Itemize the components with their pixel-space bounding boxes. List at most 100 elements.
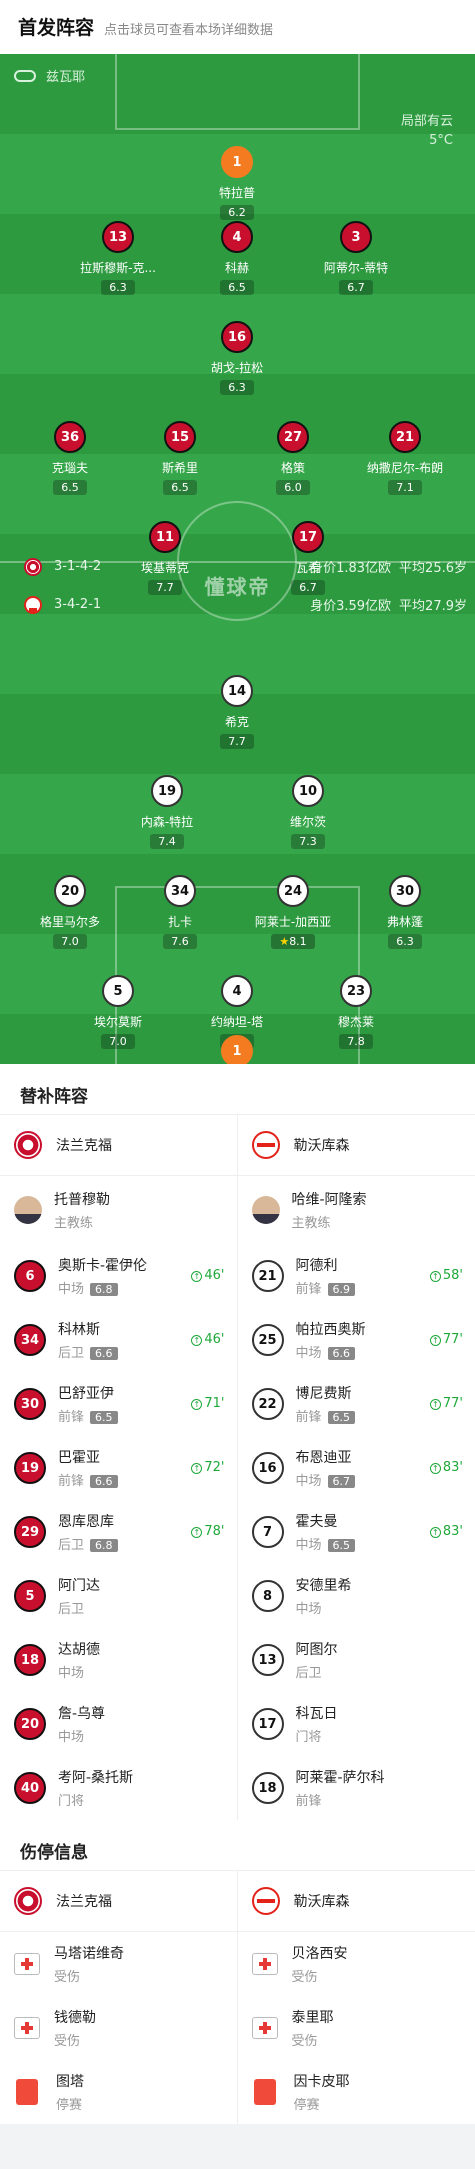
pitch-player[interactable]: 30 弗林蓬 6.3 [350, 875, 460, 949]
sub-player-number: 34 [14, 1324, 46, 1356]
pitch-player[interactable]: 13 拉斯穆斯-克... 6.3 [63, 221, 173, 295]
injury-row[interactable]: 泰里耶 受伤 [238, 1996, 475, 2060]
sub-player-row[interactable]: 21 阿德利 前锋 6.9 ↑ 58' [238, 1244, 475, 1308]
away-coach-name: 哈维-阿隆索 [291, 1192, 367, 1208]
eintracht-crest-icon [14, 1887, 42, 1915]
pitch-player[interactable]: 15 斯希里 6.5 [125, 421, 235, 495]
player-rating: 6.7 [291, 580, 325, 595]
player-shirt-number: 4 [221, 221, 253, 253]
sub-player-row[interactable]: 29 恩库恩库 后卫 6.8 ↑ 78' [0, 1500, 237, 1564]
sub-player-row[interactable]: 30 巴舒亚伊 前锋 6.5 ↑ 71' [0, 1372, 237, 1436]
injury-status: 受伤 [291, 1970, 318, 1985]
pitch-player[interactable]: 1 特拉普 6.2 [182, 146, 292, 220]
sub-on-minute: 77' [442, 1332, 463, 1347]
injury-player-name: 因卡皮耶 [293, 2074, 350, 2090]
pitch-player[interactable]: 5 埃尔莫斯 7.0 [63, 975, 173, 1049]
player-shirt-number: 20 [54, 875, 86, 907]
injury-row[interactable]: 图塔 停赛 [0, 2060, 237, 2124]
home-team-name: 法兰克福 [56, 1138, 112, 1154]
pitch-player[interactable]: 34 扎卡 7.6 [125, 875, 235, 949]
referee: 兹瓦耶 [14, 66, 85, 85]
home-team-header[interactable]: 法兰克福 [0, 1114, 237, 1176]
home-team-summary: 3-1-4-2 身价1.83亿欧 平均25.6岁 [24, 557, 467, 576]
injury-row[interactable]: 钱德勒 受伤 [0, 1996, 237, 2060]
sub-player-name: 达胡德 [58, 1642, 100, 1658]
medkit-icon [14, 1953, 40, 1975]
sub-player-rating: 6.8 [90, 1539, 118, 1552]
pitch-player[interactable]: 1赫拉德茨基6.8 [182, 1035, 292, 1064]
sub-player-name: 阿德利 [295, 1258, 338, 1274]
pitch-player[interactable]: 4 科赫 6.5 [182, 221, 292, 295]
pitch-player[interactable]: 19 内森-特拉 7.4 [112, 775, 222, 849]
pitch-player[interactable]: 3 阿蒂尔-蒂特 6.7 [301, 221, 411, 295]
away-team-header[interactable]: 勒沃库森 [237, 1114, 475, 1176]
red-card-icon [16, 2079, 38, 2105]
injury-row[interactable]: 因卡皮耶 停赛 [238, 2060, 475, 2124]
player-name: 格策 [280, 461, 305, 475]
pitch-player[interactable]: 11 埃基蒂克 7.7 [110, 521, 220, 595]
player-rating: 6.3 [101, 280, 135, 295]
sub-player-rating: 6.9 [327, 1283, 356, 1296]
player-name: 纳撒尼尔-布朗 [366, 461, 444, 475]
player-rating-value: 6.7 [299, 581, 317, 594]
injury-section-title: 伤停信息 [0, 1820, 475, 1870]
player-shirt-number: 36 [54, 421, 86, 453]
sub-player-row[interactable]: 25 帕拉西奥斯 中场 6.6 ↑ 77' [238, 1308, 475, 1372]
sub-on-arrow-icon: ↑ [429, 1399, 441, 1410]
sub-player-row[interactable]: 5 阿门达 后卫 [0, 1564, 237, 1628]
player-name: 阿蒂尔-蒂特 [323, 261, 389, 275]
sub-player-row[interactable]: 17 科瓦日 门将 [238, 1692, 475, 1756]
sub-player-row[interactable]: 22 博尼费斯 前锋 6.5 ↑ 77' [238, 1372, 475, 1436]
pitch-player[interactable]: 24 阿莱士-加西亚 ★8.1 [238, 875, 348, 949]
sub-player-position: 中场 [58, 1730, 85, 1745]
sub-player-rating: 6.6 [90, 1475, 118, 1488]
sub-player-row[interactable]: 18 达胡德 中场 [0, 1628, 237, 1692]
sub-player-number: 18 [251, 1772, 284, 1804]
top-penalty-box [115, 54, 360, 130]
whistle-icon [14, 69, 36, 82]
sub-player-position: 门将 [295, 1730, 322, 1745]
player-rating-value: 7.7 [156, 581, 174, 594]
sub-player-row[interactable]: 13 阿图尔 后卫 [238, 1628, 475, 1692]
pitch-player[interactable]: 21 纳撒尼尔-布朗 7.1 [350, 421, 460, 495]
sub-on-minute: 77' [442, 1396, 463, 1411]
player-name: 克瑙夫 [51, 461, 88, 475]
player-name: 胡戈-拉松 [210, 361, 264, 375]
player-rating: 6.3 [388, 934, 422, 949]
sub-on-arrow-icon: ↑ [429, 1271, 441, 1282]
sub-player-row[interactable]: 18 阿莱霍-萨尔科 前锋 [238, 1756, 475, 1820]
player-rating: 7.0 [101, 1034, 135, 1049]
pitch-player[interactable]: 23 穆杰莱 7.8 [301, 975, 411, 1049]
sub-player-row[interactable]: 40 考阿-桑托斯 门将 [0, 1756, 237, 1820]
pitch-player[interactable]: 36 克瑙夫 6.5 [15, 421, 125, 495]
sub-player-row[interactable]: 8 安德里希 中场 [238, 1564, 475, 1628]
player-shirt-number: 24 [277, 875, 309, 907]
sub-player-row[interactable]: 20 詹-乌尊 中场 [0, 1692, 237, 1756]
sub-player-row[interactable]: 6 奥斯卡-霍伊伦 中场 6.8 ↑ 46' [0, 1244, 237, 1308]
pitch-player[interactable]: 17 瓦希 6.7 [253, 521, 363, 595]
sub-player-position: 中场 [295, 1474, 322, 1489]
injury-row[interactable]: 贝洛西安 受伤 [238, 1932, 475, 1996]
player-name: 弗林蓬 [386, 915, 423, 929]
sub-player-name: 阿图尔 [295, 1642, 338, 1658]
player-rating: 6.7 [339, 280, 373, 295]
pitch-player[interactable]: 10 维尔茨 7.3 [253, 775, 363, 849]
pitch-player[interactable]: 27 格策 6.0 [238, 421, 348, 495]
injury-row[interactable]: 马塔诺维奇 受伤 [0, 1932, 237, 1996]
player-rating-value: 6.7 [347, 281, 365, 294]
sub-on-minute: 46' [204, 1332, 225, 1347]
player-name: 阿莱士-加西亚 [254, 915, 332, 929]
pitch-player[interactable]: 14 希克 7.7 [182, 675, 292, 749]
sub-on-arrow-icon: ↑ [429, 1463, 441, 1474]
pitch-player[interactable]: 20 格里马尔多 7.0 [15, 875, 125, 949]
sub-player-row[interactable]: 7 霍夫曼 中场 6.5 ↑ 83' [238, 1500, 475, 1564]
player-rating-value: 6.2 [228, 206, 246, 219]
home-coach[interactable]: 托普穆勒 主教练 [0, 1176, 237, 1244]
pitch-player[interactable]: 16 胡戈-拉松 6.3 [182, 321, 292, 395]
home-injury-column: 法兰克福 马塔诺维奇 受伤 钱德勒 受伤 图塔 停赛 [0, 1870, 238, 2124]
sub-player-number: 30 [14, 1388, 46, 1420]
sub-player-row[interactable]: 34 科林斯 后卫 6.6 ↑ 46' [0, 1308, 237, 1372]
away-coach[interactable]: 哈维-阿隆索 主教练 [238, 1176, 475, 1244]
sub-player-row[interactable]: 16 布恩迪亚 中场 6.7 ↑ 83' [238, 1436, 475, 1500]
sub-player-row[interactable]: 19 巴霍亚 前锋 6.6 ↑ 72' [0, 1436, 237, 1500]
